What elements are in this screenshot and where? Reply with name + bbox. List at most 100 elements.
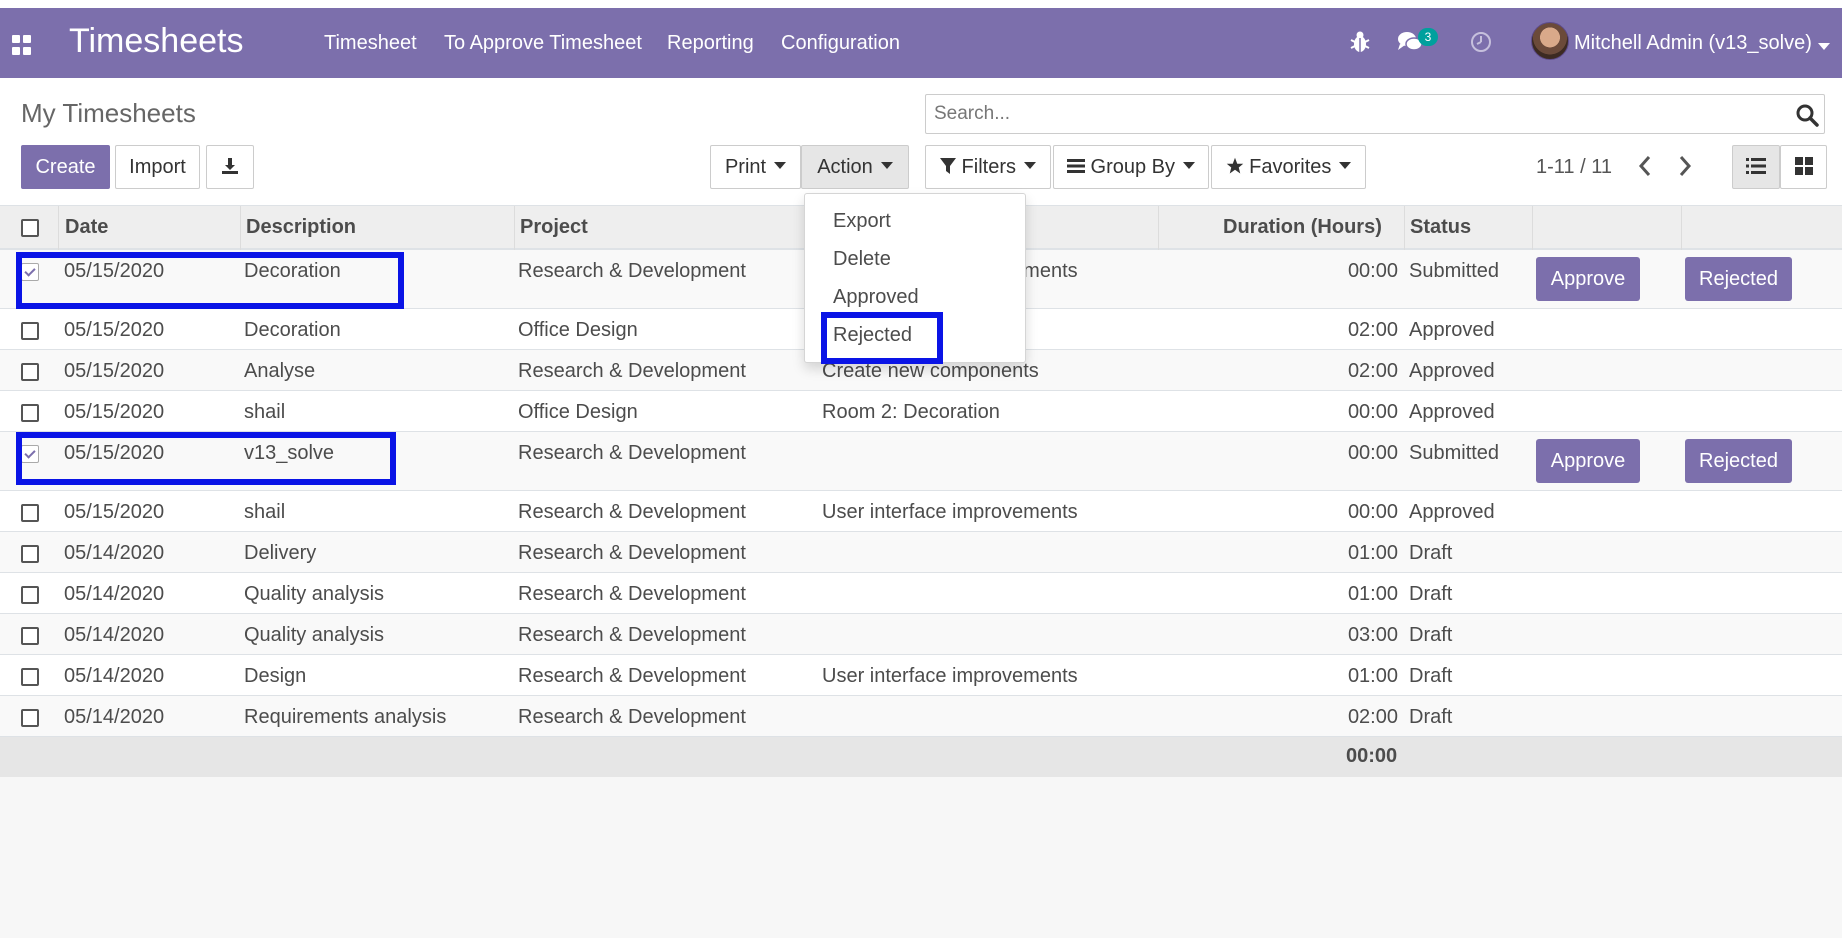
column-header-project[interactable]: Project <box>520 216 588 239</box>
row-description: Quality analysis <box>244 583 385 605</box>
row-date: 05/14/2020 <box>64 706 165 728</box>
approve-button[interactable]: Approve <box>1536 439 1640 483</box>
row-project: Office Design <box>518 401 638 423</box>
menu-reporting[interactable]: Reporting <box>667 32 754 55</box>
activity-clock-icon[interactable] <box>1470 31 1492 53</box>
import-button[interactable]: Import <box>115 145 200 189</box>
table-row[interactable]: 05/14/2020 Quality analysis Research & Dev… <box>0 573 1842 614</box>
favorites-label: Favorites <box>1249 156 1332 178</box>
pager-value[interactable]: 1-11 / 11 <box>1536 156 1612 179</box>
row-date: 05/15/2020 <box>64 360 165 382</box>
row-project: Office Design <box>518 319 638 341</box>
column-divider <box>514 206 515 250</box>
menu-to-approve-timesheet[interactable]: To Approve Timesheet <box>444 32 642 55</box>
user-menu-name[interactable]: Mitchell Admin (v13_solve) <box>1574 32 1812 55</box>
action-dropdown-button[interactable]: Action <box>801 145 909 189</box>
messages-count-badge: 3 <box>1418 28 1438 46</box>
row-select-checkbox[interactable] <box>21 586 39 604</box>
print-dropdown-button[interactable]: Print <box>710 145 801 189</box>
row-description: Decoration <box>244 319 341 341</box>
table-row[interactable]: 05/14/2020 Requirements analysis Research … <box>0 696 1842 737</box>
list-bars-icon <box>1066 158 1085 173</box>
row-status: Approved <box>1409 501 1495 523</box>
row-duration: 03:00 <box>1347 624 1398 646</box>
filter-icon <box>939 157 956 174</box>
row-task: User interface improvements <box>822 501 1078 523</box>
row-date: 05/15/2020 <box>64 401 165 423</box>
table-row[interactable]: 05/15/2020 shail Office Design Room 2: Deco… <box>0 391 1842 432</box>
reject-button[interactable]: Rejected <box>1685 439 1792 483</box>
apps-menu-icon[interactable] <box>12 35 32 55</box>
row-description: Design <box>244 665 307 687</box>
list-view-icon <box>1746 157 1766 174</box>
column-header-status[interactable]: Status <box>1410 216 1471 239</box>
search-box[interactable] <box>925 94 1825 134</box>
chevron-down-icon <box>774 162 787 170</box>
row-duration: 00:00 <box>1347 401 1398 423</box>
row-status: Draft <box>1409 706 1453 728</box>
row-duration: 01:00 <box>1347 583 1398 605</box>
row-select-checkbox[interactable] <box>21 627 39 645</box>
column-divider <box>1404 206 1405 250</box>
row-status: Approved <box>1409 401 1495 423</box>
row-duration: 01:00 <box>1347 665 1398 687</box>
table-row[interactable]: 05/14/2020 Delivery Research & Development… <box>0 532 1842 573</box>
row-select-checkbox[interactable] <box>21 668 39 686</box>
user-avatar[interactable] <box>1531 22 1569 60</box>
chevron-left-icon[interactable] <box>1636 154 1654 178</box>
row-select-checkbox[interactable] <box>21 404 39 422</box>
row-duration: 02:00 <box>1347 360 1398 382</box>
download-icon <box>222 157 238 174</box>
row-project: Research & Development <box>518 360 746 382</box>
table-row[interactable]: 05/14/2020 Design Research & Development Us… <box>0 655 1842 696</box>
action-menu-export[interactable]: Export <box>833 210 891 233</box>
highlight-box-rejected-action <box>821 312 943 364</box>
create-button[interactable]: Create <box>21 145 110 189</box>
user-menu-caret-icon[interactable] <box>1818 43 1830 50</box>
column-divider <box>1532 206 1533 250</box>
chevron-down-icon <box>1339 162 1352 170</box>
column-header-duration[interactable]: Duration (Hours) <box>1223 216 1382 239</box>
table-row[interactable]: 05/15/2020 shail Research & Development Use… <box>0 491 1842 532</box>
chevron-down-icon <box>880 162 893 170</box>
row-select-checkbox[interactable] <box>21 504 39 522</box>
row-duration: 00:00 <box>1347 501 1398 523</box>
row-description: Quality analysis <box>244 624 385 646</box>
menu-configuration[interactable]: Configuration <box>781 32 900 55</box>
table-row[interactable]: 05/14/2020 Quality analysis Research & Dev… <box>0 614 1842 655</box>
download-button[interactable] <box>206 145 254 189</box>
row-duration: 00:00 <box>1347 442 1398 464</box>
row-task: User interface improvements <box>822 665 1078 687</box>
row-select-checkbox[interactable] <box>21 363 39 381</box>
reject-button[interactable]: Rejected <box>1685 257 1792 301</box>
action-menu-approved[interactable]: Approved <box>833 286 919 309</box>
column-header-date[interactable]: Date <box>65 216 108 239</box>
list-view-button[interactable] <box>1732 145 1780 189</box>
action-menu-delete[interactable]: Delete <box>833 248 891 271</box>
table-footer-totals: 00:00 <box>0 737 1842 777</box>
row-status: Approved <box>1409 319 1495 341</box>
column-header-description[interactable]: Description <box>246 216 356 239</box>
debug-bug-icon[interactable] <box>1350 30 1370 54</box>
approve-button[interactable]: Approve <box>1536 257 1640 301</box>
main-navbar: Timesheets Timesheet To Approve Timeshee… <box>0 0 1842 78</box>
menu-timesheet[interactable]: Timesheet <box>324 32 417 55</box>
row-select-checkbox[interactable] <box>21 709 39 727</box>
groupby-dropdown-button[interactable]: Group By <box>1053 145 1209 189</box>
row-status: Draft <box>1409 583 1453 605</box>
kanban-view-button[interactable] <box>1780 145 1827 189</box>
chevron-right-icon[interactable] <box>1676 154 1694 178</box>
search-icon[interactable] <box>1795 103 1819 127</box>
select-all-checkbox[interactable] <box>21 219 39 237</box>
column-divider <box>240 206 241 250</box>
search-input[interactable] <box>926 95 1766 133</box>
row-select-checkbox[interactable] <box>21 545 39 563</box>
favorites-dropdown-button[interactable]: Favorites <box>1211 145 1366 189</box>
total-duration: 00:00 <box>1346 745 1398 767</box>
app-title[interactable]: Timesheets <box>69 22 243 61</box>
column-divider <box>1158 206 1159 250</box>
filters-dropdown-button[interactable]: Filters <box>925 145 1051 189</box>
row-select-checkbox[interactable] <box>21 322 39 340</box>
row-project: Research & Development <box>518 665 746 687</box>
row-project: Research & Development <box>518 706 746 728</box>
